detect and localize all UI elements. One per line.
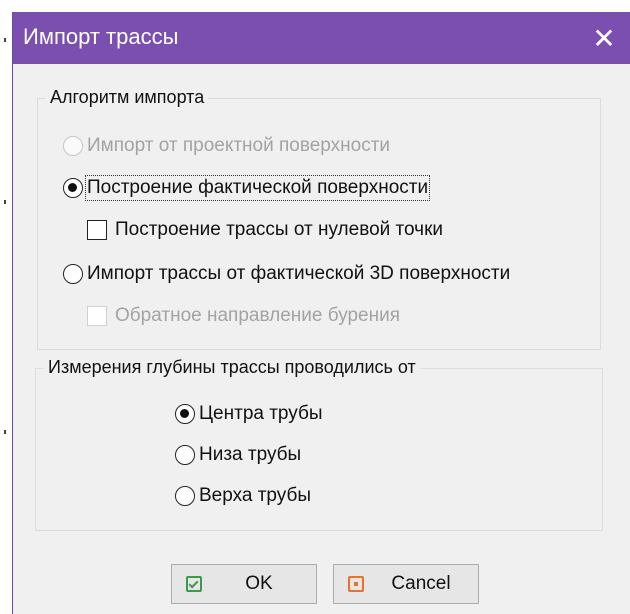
radio-label: Построение фактической поверхности [84,175,431,201]
checkbox[interactable] [87,306,107,326]
close-icon[interactable]: ✕ [584,18,624,58]
radio-label: Низа трубы [199,444,302,465]
checkbox-label: Построение трассы от нулевой точки [115,219,444,240]
import-route-dialog: Импорт трассы ✕ Алгоритм импорта Импорт … [12,12,630,614]
radio-pipe-center[interactable]: Центра трубы [175,403,323,425]
ok-button-label: OK [245,573,273,594]
radio-label: Центра трубы [199,403,323,424]
radio-button[interactable] [175,486,195,506]
depth-reference-legend: Измерения глубины трассы проводились от [44,357,420,378]
edge-tick [4,38,6,42]
radio-pipe-top[interactable]: Верха трубы [175,485,311,507]
cancel-icon [348,576,364,592]
checkbox-route-from-zero-point[interactable]: Построение трассы от нулевой точки [87,219,443,241]
checkbox-label: Обратное направление бурения [115,305,401,326]
cancel-button[interactable]: Cancel [333,564,479,604]
dialog-title: Импорт трассы [23,24,179,49]
radio-button[interactable] [63,264,83,284]
check-icon [186,576,202,592]
checkbox[interactable] [87,220,107,240]
checkbox-reverse-drilling-direction[interactable]: Обратное направление бурения [87,305,400,327]
background-edge [0,0,12,614]
radio-import-from-design-surface[interactable]: Импорт от проектной поверхности [63,135,390,157]
radio-import-from-actual-3d-surface[interactable]: Импорт трассы от фактической 3D поверхно… [63,263,510,285]
radio-button[interactable] [63,178,83,198]
import-algorithm-group: Алгоритм импорта Импорт от проектной пов… [37,87,601,350]
radio-build-actual-surface[interactable]: Построение фактической поверхности [63,175,431,201]
radio-button[interactable] [175,404,195,424]
radio-label: Верха трубы [199,485,312,506]
depth-reference-group: Измерения глубины трассы проводились от … [35,357,603,531]
edge-tick [4,200,6,204]
import-algorithm-legend: Алгоритм импорта [46,87,209,108]
edge-tick [4,430,6,434]
cancel-button-label: Cancel [391,573,451,594]
radio-pipe-bottom[interactable]: Низа трубы [175,444,301,466]
title-bar[interactable]: Импорт трассы ✕ [13,12,630,64]
radio-button[interactable] [63,136,83,156]
radio-label: Импорт от проектной поверхности [87,135,391,156]
radio-label: Импорт трассы от фактической 3D поверхно… [87,263,511,284]
ok-button[interactable]: OK [171,564,317,604]
radio-button[interactable] [175,445,195,465]
